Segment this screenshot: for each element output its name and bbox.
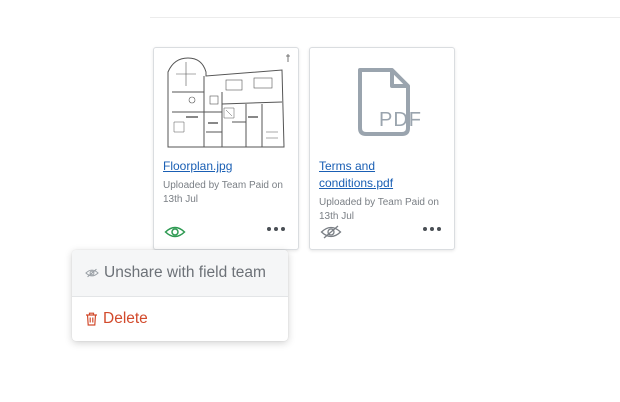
pdf-label: PDF xyxy=(379,109,422,131)
floorplan-thumbnail[interactable] xyxy=(162,52,292,154)
delete-menu-item[interactable]: Delete xyxy=(72,297,288,341)
upload-meta: Uploaded by Team Paid on 13th Jul xyxy=(319,197,439,222)
file-name-link[interactable]: Terms and conditions.pdf xyxy=(319,158,403,192)
unshare-label: Unshare with field team xyxy=(104,264,266,281)
file-name-link[interactable]: Floorplan.jpg xyxy=(163,158,291,175)
top-divider xyxy=(150,17,620,18)
eye-slash-icon xyxy=(85,268,99,278)
file-context-menu: Unshare with field team Delete xyxy=(72,250,288,341)
pdf-file-icon[interactable]: PDF xyxy=(318,52,448,154)
more-options-button[interactable] xyxy=(266,224,288,236)
trash-icon xyxy=(86,312,97,326)
delete-label: Delete xyxy=(103,310,148,327)
file-card-terms[interactable]: PDF Terms and conditions.pdf Uploaded by… xyxy=(309,47,455,250)
upload-meta: Uploaded by Team Paid on 13th Jul xyxy=(163,180,283,205)
unshare-menu-item[interactable]: Unshare with field team xyxy=(72,250,288,297)
file-card-floorplan[interactable]: Floorplan.jpg Uploaded by Team Paid on 1… xyxy=(153,47,299,250)
more-options-button[interactable] xyxy=(422,224,444,236)
eye-slash-icon[interactable] xyxy=(320,224,342,240)
eye-icon[interactable] xyxy=(164,224,186,240)
